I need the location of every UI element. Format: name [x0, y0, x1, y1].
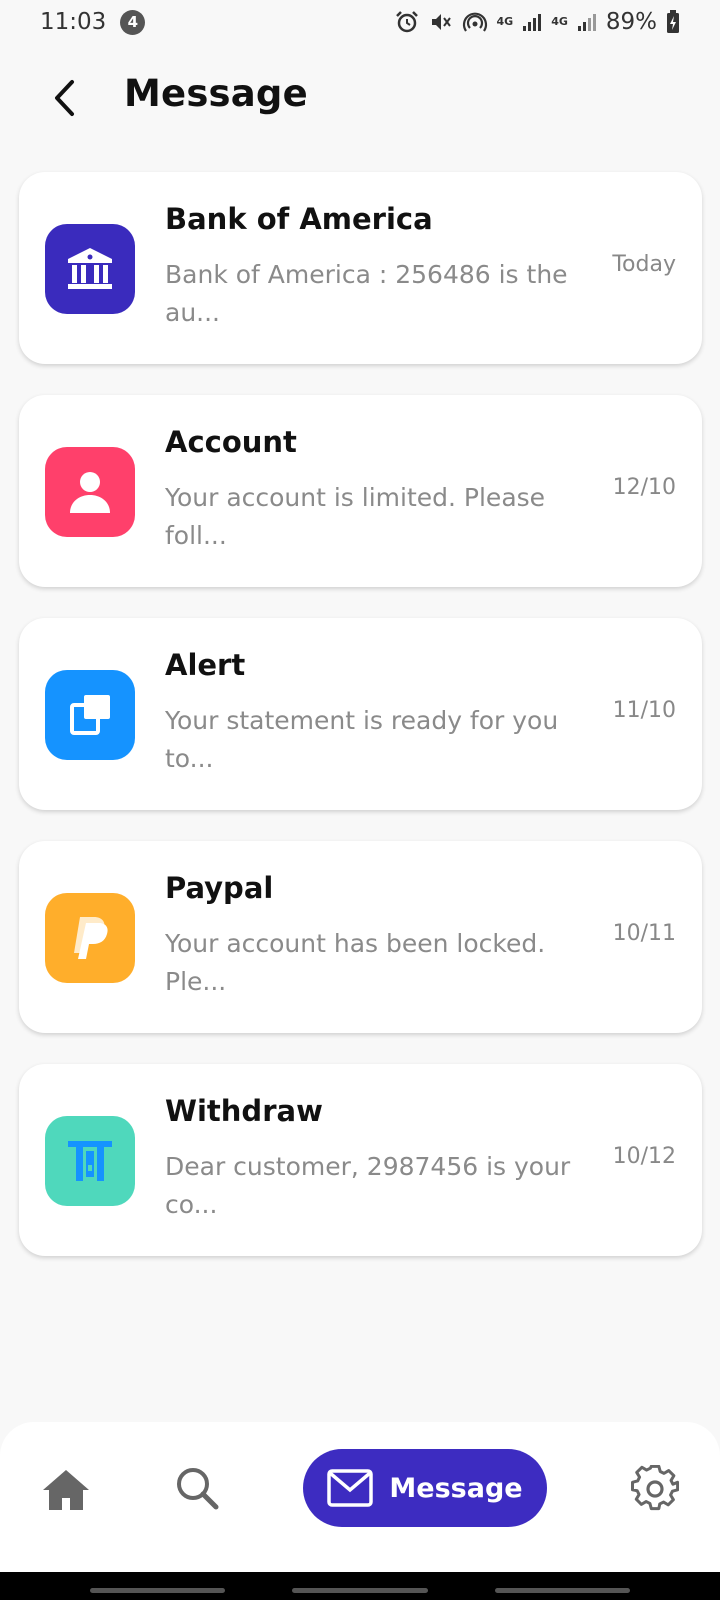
bank-icon [45, 224, 135, 314]
nav-message-button[interactable]: Message [303, 1449, 547, 1527]
nav-message-label: Message [389, 1472, 523, 1504]
system-nav-bar [0, 1572, 720, 1600]
back-arrow-icon [55, 80, 74, 116]
system-nav-back[interactable] [495, 1588, 630, 1593]
message-date: 10/11 [612, 921, 676, 946]
message-preview: Your account has been locked. Ple... [165, 929, 546, 996]
alarm-icon [394, 10, 420, 34]
message-date: Today [612, 252, 676, 277]
header: Message [0, 68, 720, 128]
bottom-nav: Message [0, 1422, 720, 1572]
message-date: 10/12 [612, 1144, 676, 1169]
battery-charging-icon [666, 10, 680, 34]
message-title: Alert [165, 648, 246, 682]
message-title: Withdraw [165, 1094, 323, 1128]
paypal-icon [45, 893, 135, 983]
user-icon [45, 447, 135, 537]
message-date: 12/10 [612, 475, 676, 500]
network-type-1: 4G [496, 15, 514, 28]
signal-icon-1 [522, 12, 542, 32]
status-left: 11:03 4 [40, 9, 146, 35]
message-preview: Your account is limited. Please foll... [165, 483, 546, 550]
back-button[interactable] [44, 76, 84, 120]
message-date: 11/10 [612, 698, 676, 723]
mute-icon [429, 10, 453, 34]
system-nav-home[interactable] [292, 1588, 428, 1593]
message-preview: Bank of America : 256486 is the au... [165, 260, 568, 327]
hotspot-icon [462, 10, 488, 34]
nav-search-button[interactable] [172, 1462, 222, 1514]
mail-icon [327, 1469, 374, 1507]
message-title: Bank of America [165, 202, 433, 236]
gear-icon [631, 1465, 679, 1511]
search-icon [177, 1468, 219, 1510]
status-time: 11:03 [40, 9, 107, 35]
message-card-withdraw[interactable]: Withdraw Dear customer, 2987456 is your … [19, 1064, 702, 1256]
message-title: Paypal [165, 871, 274, 905]
home-icon [43, 1470, 89, 1510]
signal-icon-2 [577, 12, 597, 32]
statement-icon [45, 670, 135, 760]
status-bar: 11:03 4 4G 4G 89% [0, 0, 720, 44]
message-preview: Your statement is ready for you to... [165, 706, 559, 773]
nav-home-button[interactable] [40, 1466, 92, 1514]
battery-percent: 89% [605, 9, 657, 35]
message-title: Account [165, 425, 297, 459]
message-card-bank-of-america[interactable]: Bank of America Bank of America : 256486… [19, 172, 702, 364]
message-card-account[interactable]: Account Your account is limited. Please … [19, 395, 702, 587]
message-list: Bank of America Bank of America : 256486… [19, 172, 702, 1287]
network-type-2: 4G [551, 15, 568, 28]
status-right: 4G 4G 89% [394, 9, 681, 35]
system-nav-recents[interactable] [90, 1588, 225, 1593]
notification-count-badge: 4 [120, 9, 146, 35]
page-title: Message [124, 72, 308, 115]
message-card-paypal[interactable]: Paypal Your account has been locked. Ple… [19, 841, 702, 1033]
message-preview: Dear customer, 2987456 is your co... [165, 1152, 571, 1219]
message-card-alert[interactable]: Alert Your statement is ready for you to… [19, 618, 702, 810]
nav-settings-button[interactable] [630, 1464, 680, 1514]
atm-icon [45, 1116, 135, 1206]
